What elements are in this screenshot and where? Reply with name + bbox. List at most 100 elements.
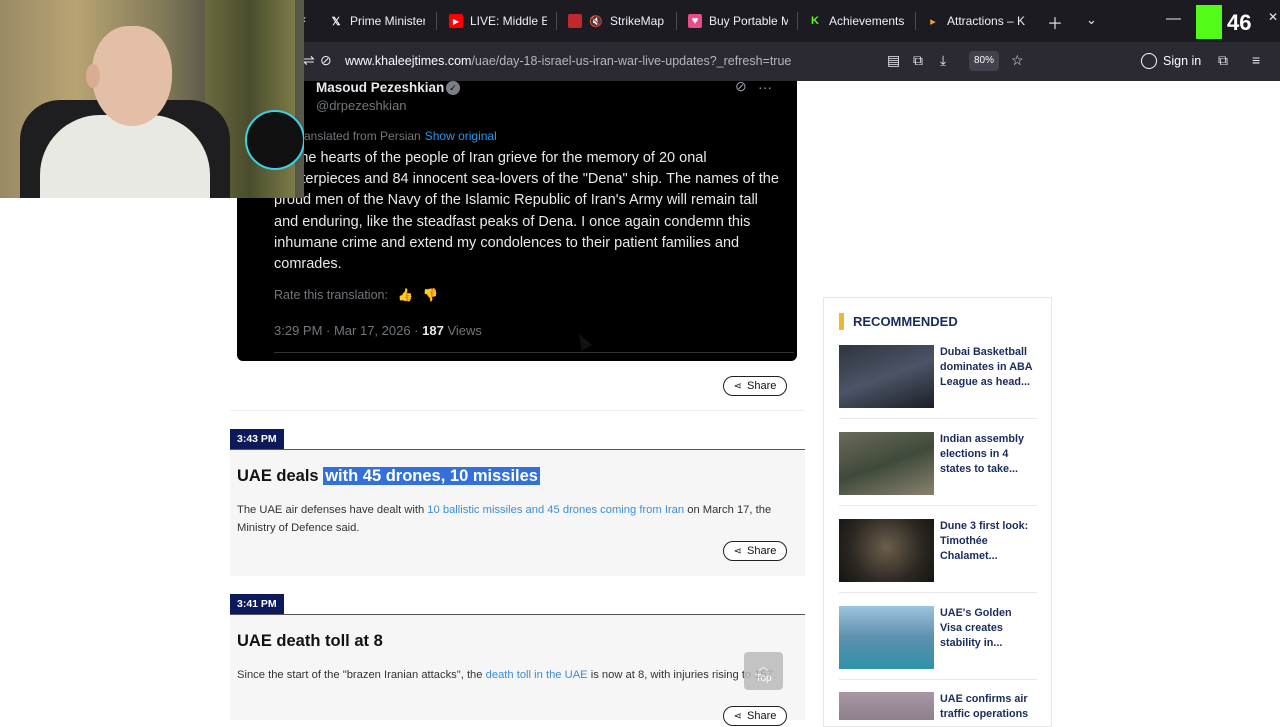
share-label: Share — [747, 710, 777, 722]
translated-from-label: anslated from Persian — [304, 129, 421, 143]
sign-in-label: Sign in — [1163, 54, 1202, 68]
extensions-icon[interactable]: ⧉ — [1218, 52, 1228, 69]
recommended-thumbnail[interactable] — [839, 345, 934, 408]
tab-live-middle-east[interactable]: ▶ LIVE: Middle Ea — [449, 8, 547, 34]
more-options-icon[interactable]: ··· — [758, 79, 772, 95]
recommended-title: RECOMMENDED — [853, 314, 958, 329]
recommended-headline[interactable]: Dune 3 first look: Timothée Chalamet... — [940, 519, 1035, 565]
recommended-divider — [839, 505, 1037, 506]
tracking-protection-icon[interactable]: ⊘ — [320, 52, 332, 69]
sign-in-button[interactable]: Sign in — [1141, 53, 1201, 69]
post-time-tag: 3:41 PM — [230, 594, 284, 614]
thumbs-down-icon[interactable]: 👎 — [423, 288, 439, 302]
tab-prime-minister[interactable]: 𝕏 Prime Minister — [329, 8, 425, 34]
post-body: Since the start of the "brazen Iranian a… — [237, 666, 797, 684]
bookmark-star-icon[interactable]: ☆ — [1011, 52, 1024, 69]
verified-badge-icon: ✓ — [446, 81, 460, 95]
recommended-divider — [839, 592, 1037, 593]
recommended-thumbnail[interactable] — [839, 606, 934, 669]
translation-notice: anslated from Persian Show original — [304, 129, 497, 143]
tab-strikemap[interactable]: 🔇 StrikeMap — [568, 8, 668, 34]
url-path: /uae/day-18-israel-us-iran-war-live-upda… — [471, 54, 792, 68]
tweet-divider — [274, 352, 794, 353]
tab-attractions[interactable]: ▸ Attractions – K — [926, 8, 1028, 34]
tab-label: Attractions – K — [947, 14, 1026, 28]
tab-divider — [797, 12, 798, 30]
tweet-author[interactable]: Masoud Pezeshkian — [316, 80, 444, 95]
share-label: Share — [747, 545, 777, 557]
new-tab-icon[interactable]: ＋ — [1047, 10, 1063, 34]
chevron-up-icon: ︿ — [758, 662, 769, 673]
tab-label: LIVE: Middle Ea — [470, 14, 547, 28]
tweet-handle[interactable]: @drpezeshkian — [316, 98, 407, 113]
site-permissions-icon[interactable]: ⇌ — [303, 52, 315, 69]
recommended-item[interactable]: Dune 3 first look: Timothée Chalamet... — [839, 519, 1037, 583]
share-label: Share — [747, 380, 777, 392]
mute-icon[interactable]: 🔇 — [589, 14, 603, 28]
recommended-headline[interactable]: UAE confirms air traffic operations — [940, 692, 1035, 720]
recommended-thumbnail[interactable] — [839, 519, 934, 582]
post-title-selected-text: with 45 drones, 10 missiles — [323, 467, 540, 485]
recommended-divider — [839, 679, 1037, 680]
minimize-icon[interactable]: — — [1166, 10, 1181, 27]
viewer-count: 46 — [1227, 10, 1252, 35]
grok-icon[interactable]: ⊘ — [735, 78, 747, 95]
shop-icon: ♥ — [688, 14, 702, 28]
zoom-level[interactable]: 80% — [969, 51, 999, 71]
share-button[interactable]: ⋖ Share — [723, 376, 787, 396]
menu-icon[interactable]: ≡ — [1252, 52, 1260, 68]
tab-label: Achievements — [829, 14, 905, 28]
account-icon — [1141, 53, 1157, 69]
strikemap-icon — [568, 14, 582, 28]
recommended-item[interactable]: Dubai Basketball dominates in ABA League… — [839, 345, 1037, 409]
url-host: www.khaleejtimes.com — [345, 54, 472, 68]
tab-divider — [915, 12, 916, 30]
screenshot-icon[interactable]: ⧉ — [913, 52, 923, 69]
recommended-thumbnail[interactable] — [839, 692, 934, 720]
share-icon: ⋖ — [733, 380, 743, 392]
kick-icon: K — [811, 15, 819, 27]
recommended-item[interactable]: UAE's Golden Visa creates stability in..… — [839, 606, 1037, 670]
tab-divider — [676, 12, 677, 30]
tweet-meta: 3:29 PM · Mar 17, 2026 · 187 Views — [274, 323, 482, 338]
list-tabs-icon[interactable]: ⌄ — [1086, 12, 1097, 28]
tweet-body: ay, the hearts of the people of Iran gri… — [274, 150, 779, 273]
thumbs-up-icon[interactable]: 👍 — [397, 288, 413, 302]
recommended-item[interactable]: UAE confirms air traffic operations — [839, 692, 1037, 720]
close-icon[interactable]: ✕ — [1268, 10, 1278, 24]
tab-label: StrikeMap — [610, 14, 665, 28]
post-title-text: UAE deals — [237, 467, 324, 485]
share-button[interactable]: ⋖ Share — [723, 541, 787, 561]
microphone-icon — [245, 110, 304, 170]
tab-divider — [436, 12, 437, 30]
rate-translation-label: Rate this translation: — [274, 288, 388, 302]
post-body-link[interactable]: death toll in the UAE — [486, 669, 588, 681]
reader-view-icon[interactable]: ▤ — [887, 52, 900, 69]
show-original-link[interactable]: Show original — [425, 129, 497, 143]
recommended-item[interactable]: Indian assembly elections in 4 states to… — [839, 432, 1037, 496]
post-body-text: Since the start of the "brazen Iranian a… — [237, 669, 486, 681]
recommended-headline[interactable]: Dubai Basketball dominates in ABA League… — [940, 345, 1035, 391]
address-bar[interactable]: www.khaleejtimes.com/uae/day-18-israel-u… — [345, 54, 791, 68]
tab-achievements[interactable]: K Achievements — [808, 8, 908, 34]
webcam-overlay — [0, 0, 304, 198]
recommended-thumbnail[interactable] — [839, 432, 934, 495]
save-page-icon[interactable]: ⤓ — [940, 52, 946, 69]
tweet-timestamp[interactable]: 3:29 PM · Mar 17, 2026 · — [274, 323, 422, 338]
webcam-person-head — [92, 26, 172, 126]
top-label: Top — [755, 673, 772, 684]
tab-label: Buy Portable M — [709, 14, 788, 28]
post-title: UAE deals with 45 drones, 10 missiles — [237, 467, 540, 486]
recommended-headline[interactable]: UAE's Golden Visa creates stability in..… — [940, 606, 1035, 652]
recommended-headline[interactable]: Indian assembly elections in 4 states to… — [940, 432, 1035, 478]
kick-logo-icon — [1196, 5, 1222, 39]
youtube-icon: ▶ — [449, 14, 463, 28]
scroll-to-top-button[interactable]: ︿ Top — [744, 652, 783, 690]
share-button[interactable]: ⋖ Share — [723, 706, 787, 726]
tab-buy-portable[interactable]: ♥ Buy Portable M — [688, 8, 788, 34]
divider — [230, 410, 805, 411]
post-body-link[interactable]: 10 ballistic missiles and 45 drones comi… — [427, 504, 684, 516]
pin-icon: ▸ — [930, 15, 936, 28]
tweet-views-label: Views — [443, 323, 482, 338]
x-logo-icon: 𝕏 — [331, 15, 341, 28]
